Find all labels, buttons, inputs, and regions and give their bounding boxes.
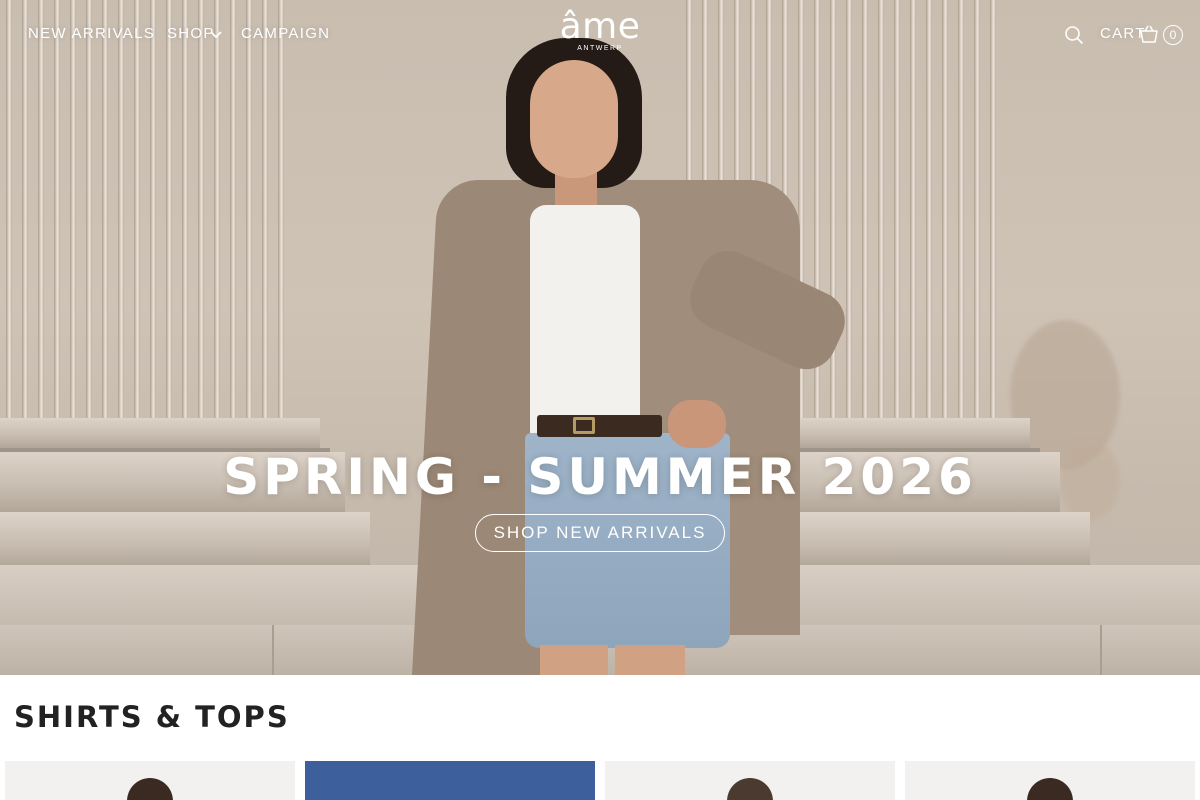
product-image bbox=[1027, 778, 1073, 800]
shopping-basket-icon[interactable] bbox=[1139, 24, 1159, 44]
hero-title: SPRING - SUMMER 2026 bbox=[223, 448, 977, 506]
nav-shop[interactable]: SHOP bbox=[167, 25, 215, 42]
hero-banner[interactable] bbox=[0, 0, 1200, 675]
product-card[interactable] bbox=[5, 761, 295, 800]
section-title: SHIRTS & TOPS bbox=[14, 700, 290, 734]
product-image bbox=[127, 778, 173, 800]
product-image bbox=[727, 778, 773, 800]
search-icon[interactable] bbox=[1064, 25, 1084, 45]
model-photo bbox=[0, 0, 1200, 675]
product-card[interactable] bbox=[905, 761, 1195, 800]
product-card[interactable] bbox=[305, 761, 595, 800]
chevron-down-icon[interactable] bbox=[210, 30, 222, 40]
product-card[interactable] bbox=[605, 761, 895, 800]
nav-campaign[interactable]: CAMPAIGN bbox=[241, 25, 330, 42]
logo-wordmark: âme bbox=[559, 6, 641, 47]
nav-new-arrivals[interactable]: NEW ARRIVALS bbox=[28, 25, 155, 42]
brand-logo[interactable]: âme ANTWERP bbox=[550, 8, 650, 58]
cart-count-badge[interactable]: 0 bbox=[1163, 25, 1183, 45]
shop-new-arrivals-button[interactable]: SHOP NEW ARRIVALS bbox=[475, 514, 725, 552]
